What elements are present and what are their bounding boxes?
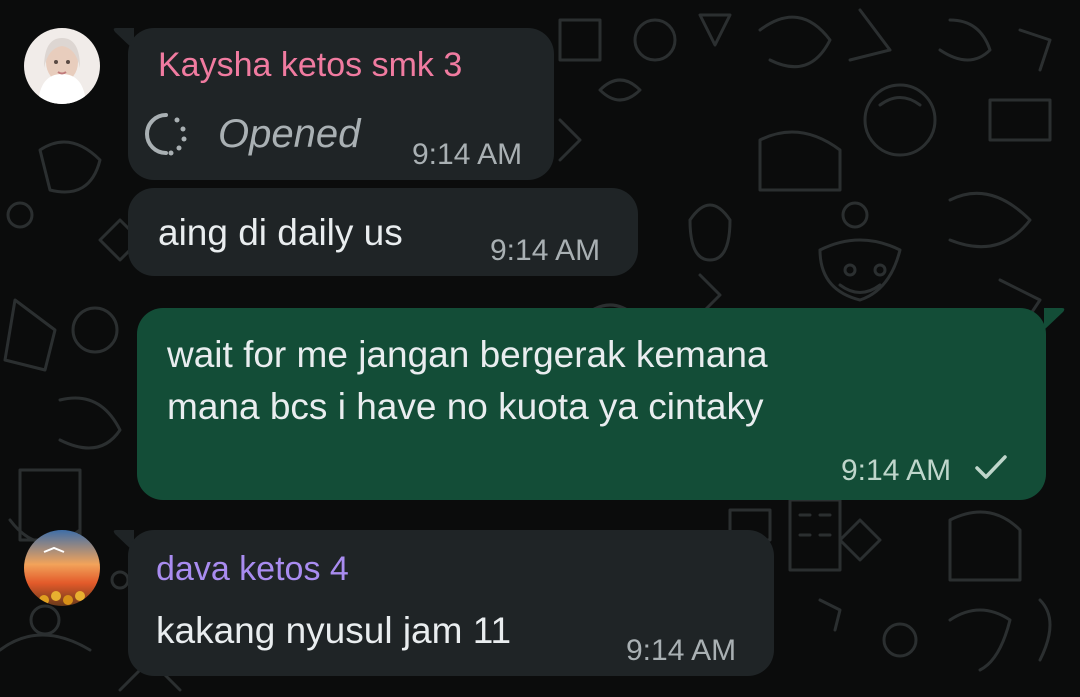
sender-name[interactable]: dava ketos 4 [156,550,349,589]
sender-name[interactable]: Kaysha ketos smk 3 [158,46,462,85]
single-check-icon [975,455,1007,479]
view-once-status: Opened [218,112,361,156]
message-text: aing di daily us [158,212,403,253]
message-time: 9:14 AM [626,634,737,667]
profile-photo-icon [24,28,100,104]
bubble-tail [1044,308,1065,330]
message-time: 9:14 AM [841,454,952,487]
sender-avatar-kaysha[interactable] [24,28,100,104]
message-text-line-2: mana bcs i have no kuota ya cintaky [167,386,764,427]
message-text: kakang nyusul jam 11 [156,610,512,651]
chat-thread[interactable]: Kaysha ketos smk 3 Opened 9:14 AM aing d… [0,0,1080,697]
profile-photo-icon [24,530,100,606]
message-bubble-outgoing[interactable]: wait for me jangan bergerak kemana mana … [137,308,1046,500]
message-bubble-view-once[interactable]: Kaysha ketos smk 3 Opened 9:14 AM [128,28,554,180]
message-time: 9:14 AM [412,138,523,171]
message-bubble-incoming[interactable]: dava ketos 4 kakang nyusul jam 11 9:14 A… [128,530,774,676]
sender-avatar-dava[interactable] [24,530,100,606]
message-text-line-1: wait for me jangan bergerak kemana [167,334,768,375]
message-bubble-incoming[interactable]: aing di daily us 9:14 AM [128,188,638,276]
view-once-opened-icon [145,113,187,156]
message-time: 9:14 AM [490,234,601,267]
